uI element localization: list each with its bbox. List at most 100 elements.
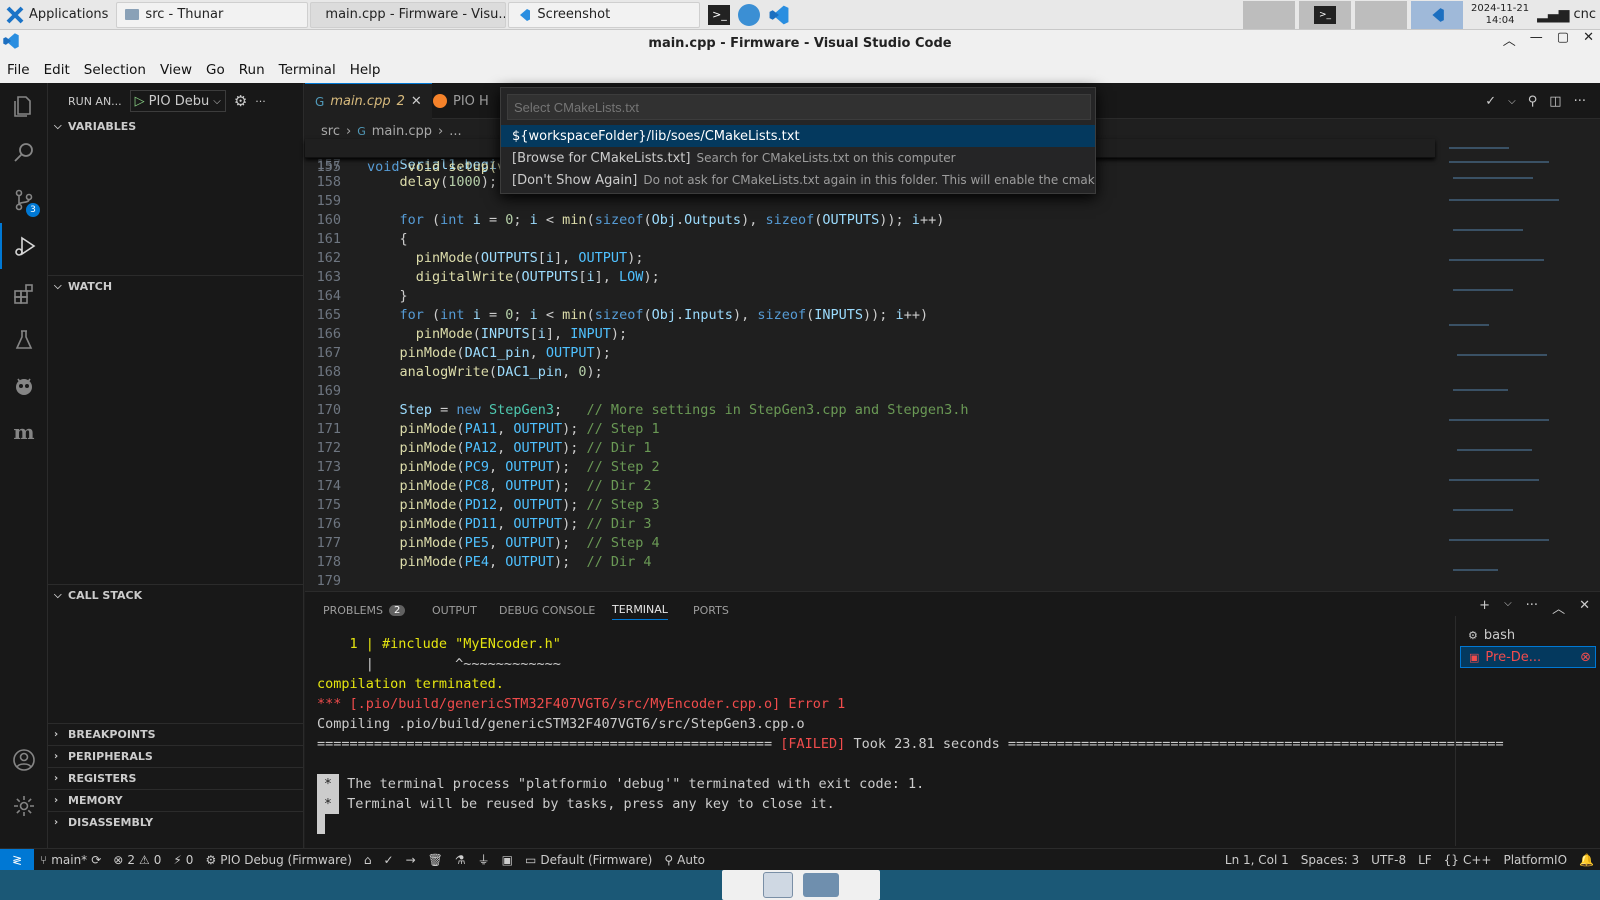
- status-platform[interactable]: PlatformIO: [1497, 853, 1573, 867]
- quick-pick-item[interactable]: ${workspaceFolder}/lib/soes/CMakeLists.t…: [501, 125, 1095, 147]
- maximize-panel-icon[interactable]: ︿: [1552, 598, 1565, 617]
- pio-clean-icon[interactable]: 🗑: [422, 853, 449, 867]
- status-auto[interactable]: ⚲ Auto: [658, 853, 711, 867]
- terminal-item-bash[interactable]: ⚙ bash: [1460, 624, 1596, 646]
- close-panel-icon[interactable]: ✕: [1579, 598, 1590, 617]
- code-area[interactable]: 157 Serial1.begi 158 delay(1000); 159 16…: [305, 139, 1435, 591]
- menu-edit[interactable]: Edit: [37, 62, 77, 78]
- status-spaces[interactable]: Spaces: 3: [1295, 853, 1365, 867]
- status-eol[interactable]: LF: [1412, 853, 1438, 867]
- quick-pick-item[interactable]: [Don't Show Again] Do not ask for CMakeL…: [501, 169, 1095, 191]
- quick-pick-input[interactable]: [507, 94, 1091, 120]
- menu-run[interactable]: Run: [232, 62, 272, 78]
- search-icon[interactable]: [0, 129, 48, 175]
- debug-settings-gear-icon[interactable]: ⚙: [234, 92, 247, 110]
- status-problems[interactable]: ⊗ 2 ⚠ 0: [107, 853, 167, 867]
- task-screenshot[interactable]: Screenshot: [508, 1, 701, 28]
- breadcrumb-folder[interactable]: src: [321, 124, 340, 139]
- close-tab-icon[interactable]: ✕: [411, 94, 422, 109]
- tab-terminal[interactable]: TERMINAL: [612, 600, 668, 620]
- pio-monitor-icon[interactable]: ⏚: [472, 851, 496, 868]
- tab-problems[interactable]: PROBLEMS 2: [323, 600, 406, 620]
- vscode-launcher-icon[interactable]: [768, 4, 790, 26]
- workspace-4[interactable]: [1411, 0, 1464, 29]
- source-control-icon[interactable]: 3: [0, 177, 48, 223]
- user-name[interactable]: cnc: [1573, 7, 1600, 22]
- check-icon[interactable]: ✓: [1485, 94, 1496, 109]
- section-registers[interactable]: › REGISTERS: [48, 767, 304, 789]
- testing-icon[interactable]: [0, 317, 48, 363]
- minimize-icon[interactable]: —: [1530, 30, 1543, 49]
- section-peripherals[interactable]: › PERIPHERALS: [48, 745, 304, 767]
- breadcrumb-more[interactable]: ...: [449, 124, 461, 139]
- mplab-icon[interactable]: m: [0, 409, 48, 455]
- explorer-icon[interactable]: [0, 83, 48, 129]
- more-actions-icon[interactable]: ···: [1526, 598, 1538, 617]
- pio-terminal-icon[interactable]: ▣: [496, 853, 519, 867]
- status-debug[interactable]: ⚙ PIO Debug (Firmware): [199, 853, 357, 867]
- magnifier-icon[interactable]: [763, 872, 793, 898]
- split-editor-icon[interactable]: ◫: [1549, 94, 1561, 109]
- applications-menu[interactable]: Applications: [0, 0, 114, 30]
- extensions-icon[interactable]: [0, 271, 48, 317]
- section-memory[interactable]: › MEMORY: [48, 789, 304, 811]
- browser-launcher-icon[interactable]: [738, 3, 761, 26]
- maximize-icon[interactable]: ▢: [1557, 30, 1569, 49]
- tab-pio-home[interactable]: PIO H: [423, 83, 499, 119]
- section-disassembly[interactable]: › DISASSEMBLY: [48, 811, 304, 833]
- minimap[interactable]: [1445, 139, 1585, 591]
- bug-icon[interactable]: ⚲: [1528, 94, 1538, 109]
- close-window-icon[interactable]: ✕: [1583, 30, 1594, 49]
- status-encoding[interactable]: UTF-8: [1365, 853, 1412, 867]
- settings-gear-icon[interactable]: [0, 783, 48, 829]
- more-actions-icon[interactable]: ···: [255, 95, 266, 108]
- section-variables[interactable]: ⌵ VARIABLES: [48, 115, 304, 137]
- menu-file[interactable]: File: [0, 62, 37, 78]
- workspace-3[interactable]: [1355, 0, 1408, 29]
- notifications-bell-icon[interactable]: 🔔: [1573, 853, 1600, 867]
- clock[interactable]: 2024-11-21 14:04: [1467, 3, 1533, 27]
- tab-debug-console[interactable]: DEBUG CONSOLE: [499, 600, 595, 620]
- section-watch[interactable]: ⌵ WATCH: [48, 275, 304, 297]
- status-language[interactable]: {} C++: [1438, 853, 1498, 867]
- remote-icon[interactable]: ≷: [0, 848, 34, 871]
- terminal-item-pre-debug[interactable]: ▣ Pre-De... ⊗: [1460, 646, 1596, 668]
- status-branch[interactable]: ⑂ main* ⟳: [34, 853, 107, 867]
- start-debug-icon[interactable]: ▷: [135, 94, 145, 109]
- pio-build-icon[interactable]: ✓: [378, 853, 400, 867]
- more-actions-icon[interactable]: ···: [1574, 94, 1586, 109]
- status-position[interactable]: Ln 1, Col 1: [1219, 853, 1295, 867]
- accounts-icon[interactable]: [0, 737, 48, 783]
- run-debug-icon[interactable]: [0, 223, 48, 269]
- chevron-down-icon[interactable]: ⌵: [1504, 598, 1512, 617]
- terminal-launcher-icon[interactable]: >_: [708, 4, 731, 25]
- section-breakpoints[interactable]: › BREAKPOINTS: [48, 723, 304, 745]
- platformio-icon[interactable]: [0, 363, 48, 409]
- menu-help[interactable]: Help: [343, 62, 388, 78]
- task-vscode[interactable]: main.cpp - Firmware - Visu...: [310, 1, 507, 28]
- menu-go[interactable]: Go: [199, 62, 232, 78]
- tab-output[interactable]: OUTPUT: [432, 600, 477, 620]
- chevron-down-icon[interactable]: ⌵: [1508, 96, 1516, 107]
- file-manager-icon[interactable]: [803, 873, 839, 897]
- breadcrumb-file[interactable]: main.cpp: [372, 124, 432, 139]
- pio-upload-icon[interactable]: →: [400, 853, 422, 867]
- quick-pick-item[interactable]: [Browse for CMakeLists.txt] Search for C…: [501, 147, 1095, 169]
- tab-main-cpp[interactable]: G main.cpp 2 ✕: [305, 83, 432, 119]
- window-up-icon[interactable]: ︿: [1503, 30, 1516, 49]
- workspace-2[interactable]: >_: [1299, 0, 1352, 29]
- task-thunar[interactable]: src - Thunar: [116, 1, 309, 28]
- workspace-1[interactable]: [1243, 0, 1296, 29]
- section-call-stack[interactable]: ⌵ CALL STACK: [48, 584, 304, 606]
- status-ports[interactable]: ⚡ 0: [167, 853, 199, 867]
- menu-terminal[interactable]: Terminal: [272, 62, 343, 78]
- network-icon[interactable]: ▂▄▆: [1537, 7, 1569, 23]
- tab-ports[interactable]: PORTS: [693, 600, 729, 620]
- new-terminal-icon[interactable]: +: [1479, 598, 1490, 617]
- debug-config-select[interactable]: ▷ PIO Debu ⌵: [129, 90, 226, 112]
- menu-view[interactable]: View: [153, 62, 199, 78]
- terminal-output[interactable]: 1 | #include "MyENcoder.h" | ^~~~~~~~~~~…: [317, 634, 1504, 846]
- pio-home-icon[interactable]: ⌂: [358, 853, 378, 867]
- pio-test-icon[interactable]: ⚗: [449, 853, 472, 867]
- status-env[interactable]: ▭ Default (Firmware): [519, 853, 658, 867]
